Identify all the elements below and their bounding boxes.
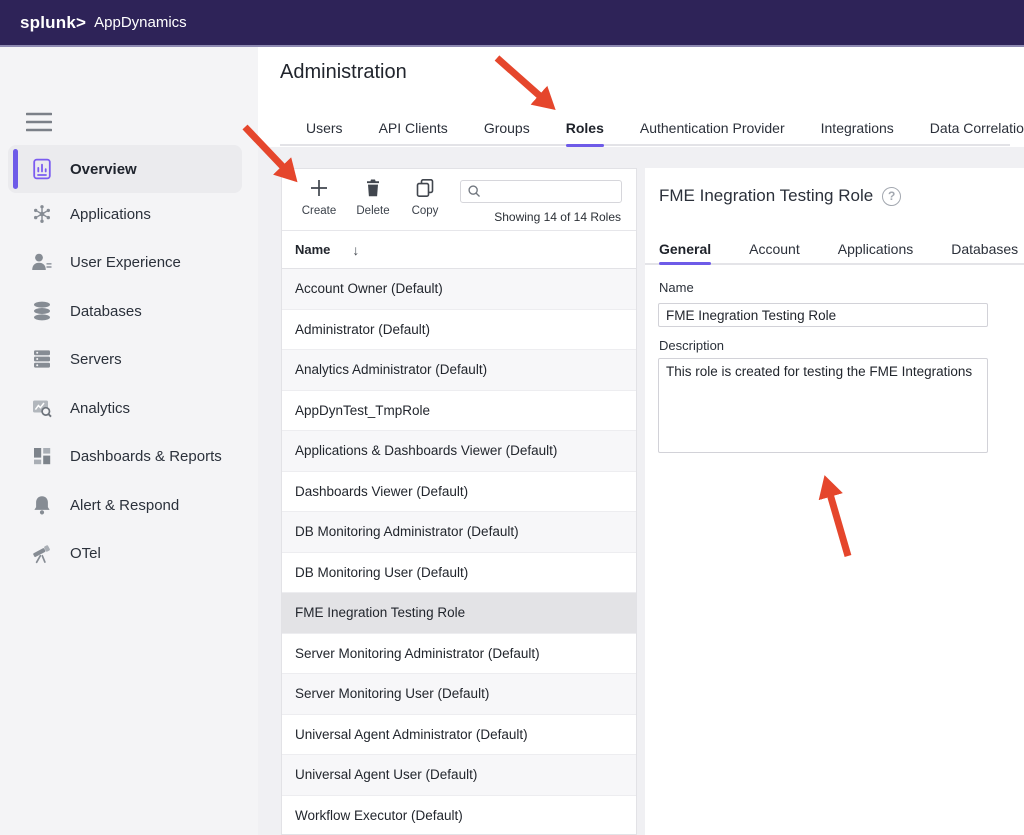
table-row[interactable]: Universal Agent Administrator (Default) [282,715,636,756]
copy-button-label: Copy [402,205,448,217]
table-row[interactable]: Applications & Dashboards Viewer (Defaul… [282,431,636,472]
bell-icon [30,493,54,517]
roles-search-box [460,180,622,203]
role-detail-tabs: General Account Applications Databases [659,232,1018,265]
appdynamics-logo-text: AppDynamics [94,14,187,31]
tab-account[interactable]: Account [749,232,800,265]
sidebar-item-databases[interactable]: Databases [8,287,242,335]
tab-data-correlation[interactable]: Data Correlation [930,109,1024,147]
sidebar-item-label: Dashboards & Reports [70,448,222,465]
applications-icon [30,202,54,226]
description-field-label: Description [659,338,724,353]
create-button[interactable]: Create [296,178,342,217]
tab-applications[interactable]: Applications [838,232,914,265]
sidebar-item-label: OTel [70,545,101,562]
hamburger-menu-icon[interactable] [26,111,52,133]
sidebar-item-servers[interactable]: Servers [8,335,242,383]
search-input[interactable] [482,181,621,202]
sidebar-item-user-experience[interactable]: User Experience [8,238,242,286]
help-icon[interactable]: ? [882,187,901,206]
sidebar-item-analytics[interactable]: Analytics [8,384,242,432]
copy-button[interactable]: Copy [402,178,448,217]
trash-icon [363,178,383,198]
overview-icon [30,157,54,181]
create-button-label: Create [296,205,342,217]
table-row[interactable]: Account Owner (Default) [282,269,636,310]
table-row[interactable]: Server Monitoring User (Default) [282,674,636,715]
table-row[interactable]: Workflow Executor (Default) [282,796,636,835]
delete-button[interactable]: Delete [350,178,396,217]
table-row[interactable]: DB Monitoring User (Default) [282,553,636,594]
selected-accent-bar [13,149,18,189]
role-detail-panel: FME Inegration Testing Role ? General Ac… [645,168,1024,835]
name-header-label: Name [295,242,330,257]
telescope-icon [30,541,54,565]
roles-toolbar: Create Delete Copy [282,169,636,231]
databases-icon [30,299,54,323]
sidebar-item-label: User Experience [70,254,181,271]
admin-header: Administration Users API Clients Groups … [258,47,1024,147]
sidebar-item-dashboards-reports[interactable]: Dashboards & Reports [8,432,242,480]
sidebar-item-label: Servers [70,351,122,368]
name-column-header[interactable]: Name ↓ [282,231,636,269]
sidebar-item-applications[interactable]: Applications [8,190,242,238]
showing-count-text: Showing 14 of 14 Roles [494,210,621,224]
sidebar-item-label: Alert & Respond [70,497,179,514]
role-description-textarea[interactable] [658,358,988,453]
copy-icon [415,178,435,198]
servers-icon [30,347,54,371]
tab-users[interactable]: Users [306,109,343,147]
analytics-icon [30,396,54,420]
tab-databases[interactable]: Databases [951,232,1018,265]
tab-groups[interactable]: Groups [484,109,530,147]
plus-icon [309,178,329,198]
sidebar: Overview Applications User Experienc [0,47,258,835]
appdynamics-admin-screen: splunk> AppDynamics Overview [0,0,1024,835]
tab-roles[interactable]: Roles [566,109,604,147]
dashboards-icon [30,444,54,468]
table-row[interactable]: AppDynTest_TmpRole [282,391,636,432]
table-row[interactable]: Administrator (Default) [282,310,636,351]
name-field-label: Name [659,280,694,295]
sidebar-item-label: Analytics [70,400,130,417]
sidebar-item-overview[interactable]: Overview [8,145,242,193]
tab-authentication-provider[interactable]: Authentication Provider [640,109,785,147]
table-row-selected[interactable]: FME Inegration Testing Role [282,593,636,634]
tab-api-clients[interactable]: API Clients [379,109,448,147]
sidebar-item-otel[interactable]: OTel [8,529,242,577]
admin-tabs: Users API Clients Groups Roles Authentic… [306,109,1024,147]
search-icon [467,184,482,199]
delete-button-label: Delete [350,205,396,217]
table-row[interactable]: DB Monitoring Administrator (Default) [282,512,636,553]
table-row[interactable]: Dashboards Viewer (Default) [282,472,636,513]
sort-descending-icon[interactable]: ↓ [352,242,359,258]
tab-integrations[interactable]: Integrations [821,109,894,147]
sidebar-item-label: Overview [70,161,137,178]
role-name-input[interactable] [658,303,988,327]
user-experience-icon [30,250,54,274]
roles-list-panel: Create Delete Copy [281,168,637,835]
sidebar-item-alert-respond[interactable]: Alert & Respond [8,481,242,529]
tab-general[interactable]: General [659,232,711,265]
table-row[interactable]: Server Monitoring Administrator (Default… [282,634,636,675]
sidebar-item-label: Databases [70,303,142,320]
table-row[interactable]: Analytics Administrator (Default) [282,350,636,391]
topbar: splunk> AppDynamics [0,0,1024,47]
table-row[interactable]: Universal Agent User (Default) [282,755,636,796]
page-title: Administration [280,61,407,84]
role-detail-title: FME Inegration Testing Role [659,186,873,206]
sidebar-item-label: Applications [70,206,151,223]
splunk-logo: splunk> [20,13,86,33]
